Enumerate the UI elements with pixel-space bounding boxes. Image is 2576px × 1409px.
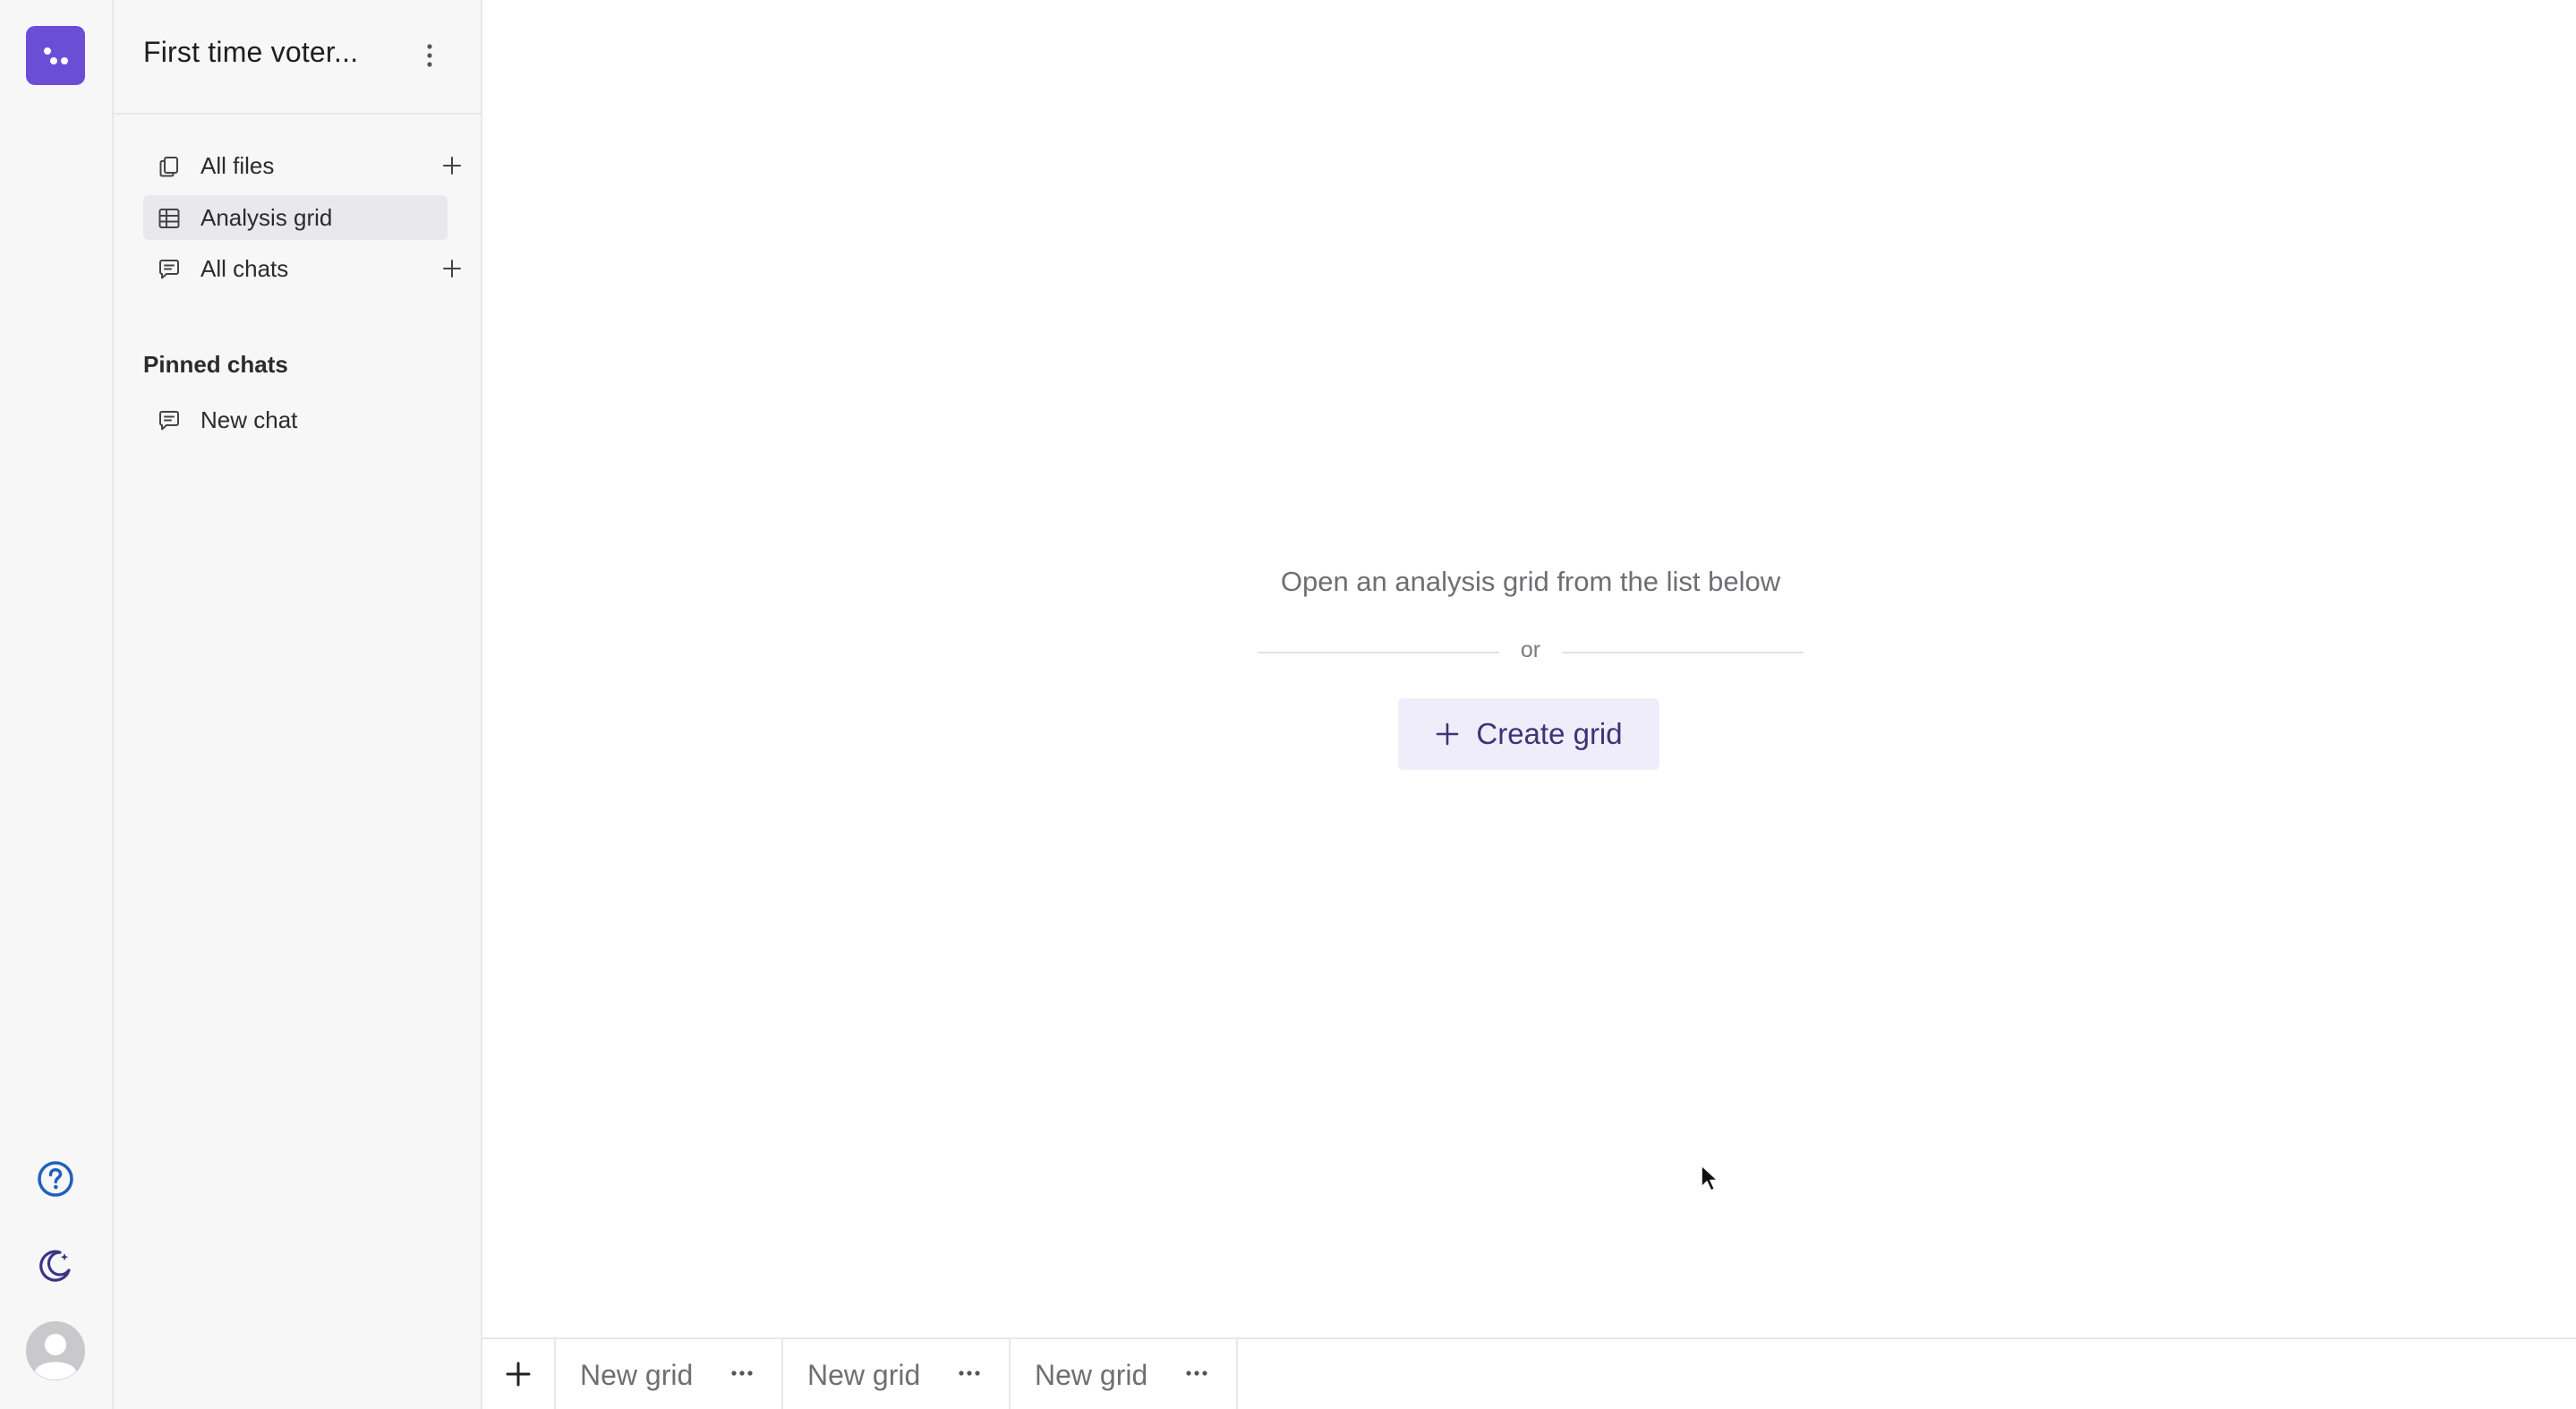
sidebar-item-all-files[interactable]: All files: [143, 143, 461, 188]
create-grid-button[interactable]: Create grid: [1398, 698, 1659, 770]
main-content: Open an analysis grid from the list belo…: [482, 0, 2576, 1337]
divider-line: [1562, 652, 1804, 653]
plus-icon: [506, 1362, 531, 1387]
left-rail: [0, 0, 114, 1409]
avatar[interactable]: [26, 1321, 85, 1380]
files-icon: [159, 157, 178, 177]
or-text: or: [1520, 637, 1541, 662]
more-options-icon[interactable]: [950, 1357, 989, 1389]
pinned-chats-heading: Pinned chats: [143, 351, 288, 378]
dark-mode-icon[interactable]: [26, 1235, 85, 1294]
grid-tab-label: New grid: [807, 1359, 921, 1391]
plus-icon: [443, 260, 461, 278]
grid-tab-label: New grid: [580, 1359, 694, 1391]
sidebar-item-label: Analysis grid: [200, 203, 333, 231]
more-options-icon[interactable]: [1177, 1357, 1216, 1389]
project-header: First time voter...: [114, 0, 481, 115]
pinned-chat-label: New chat: [200, 406, 298, 433]
chat-icon: [159, 260, 179, 279]
app-window: First time voter... All files Analysis g…: [0, 0, 2576, 1409]
add-file-button[interactable]: [439, 152, 465, 179]
chat-icon: [159, 411, 179, 431]
app-logo-icon[interactable]: [26, 26, 85, 85]
empty-state-message: Open an analysis grid from the list belo…: [1280, 566, 1781, 597]
sidebar: First time voter... All files Analysis g…: [114, 0, 482, 1409]
plus-icon: [1437, 722, 1459, 746]
sidebar-item-label: All chats: [200, 254, 289, 282]
grid-tab[interactable]: New grid: [1011, 1339, 1238, 1409]
grid-tab[interactable]: New grid: [783, 1339, 1011, 1409]
grid-tab-label: New grid: [1035, 1359, 1148, 1391]
help-icon[interactable]: [26, 1149, 85, 1208]
grid-icon: [158, 209, 180, 228]
project-menu-icon[interactable]: [416, 38, 443, 73]
project-title[interactable]: First time voter...: [143, 36, 358, 69]
add-chat-button[interactable]: [439, 255, 465, 282]
grid-tab[interactable]: New grid: [556, 1339, 783, 1409]
more-options-icon[interactable]: [722, 1357, 762, 1389]
pinned-chat-item[interactable]: New chat: [143, 397, 448, 442]
mouse-cursor-icon: [1701, 1165, 1719, 1191]
sidebar-item-analysis-grid[interactable]: Analysis grid: [143, 195, 448, 240]
grid-tab-bar: New grid New grid New grid: [482, 1337, 2576, 1409]
add-grid-tab-button[interactable]: [482, 1339, 556, 1409]
or-divider: or: [1258, 637, 1804, 668]
sidebar-item-label: All files: [200, 151, 275, 179]
plus-icon: [443, 157, 461, 175]
create-grid-label: Create grid: [1476, 717, 1623, 750]
sidebar-item-all-chats[interactable]: All chats: [143, 246, 461, 291]
